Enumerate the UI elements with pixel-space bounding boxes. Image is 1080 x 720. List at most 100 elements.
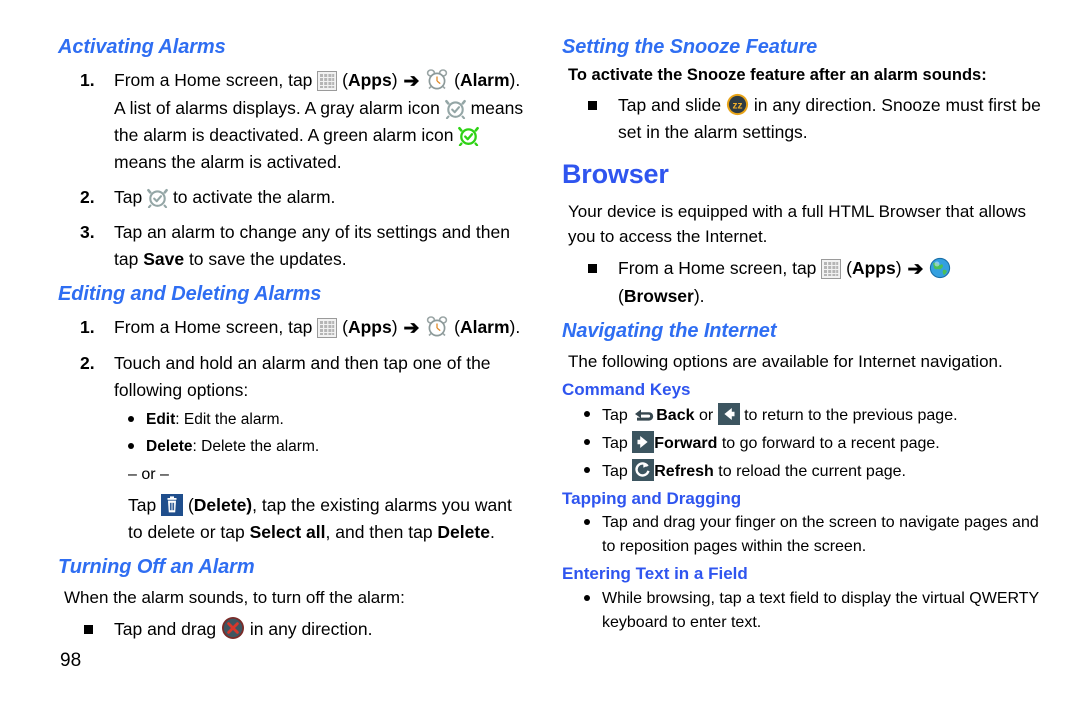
apps-label: Apps xyxy=(851,258,896,279)
heading-command-keys: Command Keys xyxy=(562,380,691,400)
list-item: Edit: Edit the alarm. xyxy=(120,408,530,431)
bullet-square-icon xyxy=(588,100,597,110)
option-label: Delete xyxy=(146,438,193,455)
alarm-label: Alarm xyxy=(459,317,510,337)
list-item: 2. Tap to activate the alarm. xyxy=(58,184,530,211)
text-part: ( xyxy=(841,258,852,279)
snooze-lead-text: To activate the Snooze feature after an … xyxy=(568,66,987,84)
alarm-gray-check-icon xyxy=(444,99,466,119)
alarm-clock-icon xyxy=(425,69,449,91)
step-text-part: ( xyxy=(337,70,348,90)
delete-instruction: Tap (Delete), tap the existing alarms yo… xyxy=(128,492,530,546)
list-item: Tap and slide zz in any direction. Snooz… xyxy=(562,92,1042,146)
text-part: Tap and drag xyxy=(114,619,222,639)
text-part: From a Home screen, tap xyxy=(618,258,822,279)
turning-off-intro: When the alarm sounds, to turn off the a… xyxy=(64,588,405,607)
alarm-clock-icon xyxy=(425,316,449,338)
text-part: . xyxy=(489,522,495,542)
text-part: Tap xyxy=(602,462,633,480)
delete-label-2: Delete xyxy=(437,522,490,542)
step-number: 2. xyxy=(80,353,95,373)
heading-browser: Browser xyxy=(562,158,669,189)
bullet-dot-icon xyxy=(584,519,590,526)
back-curved-arrow-icon xyxy=(632,407,656,425)
list-item: 2. Touch and hold an alarm and then tap … xyxy=(58,350,530,404)
snooze-zz-icon: zz xyxy=(726,93,749,116)
arrow-right-icon: ➔ xyxy=(403,318,420,339)
bullet-square-icon xyxy=(84,625,93,634)
alarm-gray-check-icon xyxy=(147,188,168,208)
list-item: Tap and drag in any direction. xyxy=(58,616,530,643)
heading-turning-off-alarm: Turning Off an Alarm xyxy=(58,556,255,578)
bullet-dot-icon xyxy=(584,438,590,445)
svg-text:zz: zz xyxy=(733,100,743,111)
heading-editing-deleting-alarms: Editing and Deleting Alarms xyxy=(58,283,322,305)
text-part: to reload the current page. xyxy=(713,462,906,480)
step-text-part: ). xyxy=(509,70,521,90)
paren-close: ) xyxy=(391,317,403,337)
step-text-part: ( xyxy=(449,70,460,90)
or-separator: – or – xyxy=(128,466,169,483)
list-item: Tap Forward to go forward to a recent pa… xyxy=(576,430,1042,456)
text-part: in any direction. xyxy=(245,619,373,639)
apps-label: Apps xyxy=(347,70,392,90)
browser-intro: Your device is equipped with a full HTML… xyxy=(568,202,1026,247)
bullet-dot-icon xyxy=(584,466,590,473)
paren-open2: ( xyxy=(449,317,460,337)
list-item: From a Home screen, tap (Apps) ➔ (Browse… xyxy=(562,255,1042,310)
heading-tapping-dragging: Tapping and Dragging xyxy=(562,488,742,508)
heading-activating-alarms: Activating Alarms xyxy=(58,36,226,58)
step-text: Touch and hold an alarm and then tap one… xyxy=(114,353,491,400)
entering-text-bullet: While browsing, tap a text field to disp… xyxy=(602,589,1039,631)
heading-navigating-internet: Navigating the Internet xyxy=(562,320,777,343)
heading-setting-snooze-feature: Setting the Snooze Feature xyxy=(562,36,818,58)
back-arrow-button-icon xyxy=(717,402,740,425)
tapping-bullet-text: Tap and drag your finger on the screen t… xyxy=(602,514,1039,556)
bullet-square-icon xyxy=(588,264,597,274)
option-desc: : Delete the alarm. xyxy=(192,438,320,455)
alarm-label: Alarm xyxy=(459,70,510,90)
apps-grid-icon xyxy=(317,71,338,91)
text-part: to return to the previous page. xyxy=(739,406,958,424)
step-text-part: Tap xyxy=(114,187,148,207)
trash-delete-icon xyxy=(161,494,184,516)
text-part: Tap and slide xyxy=(618,94,726,115)
list-item: 1. From a Home screen, tap (Apps) ➔ (Ala… xyxy=(58,67,530,176)
step-text-part: From a Home screen, tap xyxy=(114,317,318,337)
save-label: Save xyxy=(143,249,185,269)
arrow-right-icon: ➔ xyxy=(403,71,420,92)
option-label: Edit xyxy=(146,411,176,428)
arrow-right-icon: ➔ xyxy=(907,259,924,281)
apps-grid-icon xyxy=(317,318,338,338)
refresh-button-icon xyxy=(632,458,655,481)
bullet-dot-icon xyxy=(584,410,590,417)
text-part: or xyxy=(694,406,718,424)
dismiss-x-icon xyxy=(221,616,245,640)
option-desc: : Edit the alarm. xyxy=(175,411,284,428)
step-text-part: means the alarm is activated. xyxy=(114,152,342,172)
browser-label: Browser xyxy=(623,286,694,307)
apps-label: Apps xyxy=(347,317,392,337)
step-text-part: to activate the alarm. xyxy=(168,187,336,207)
list-item: 3. Tap an alarm to change any of its set… xyxy=(58,219,530,273)
apps-grid-icon xyxy=(821,259,842,280)
heading-entering-text-field: Entering Text in a Field xyxy=(562,564,748,584)
back-label: Back xyxy=(656,406,695,424)
bullet-dot-icon xyxy=(128,416,134,422)
bullet-dot-icon xyxy=(584,594,590,601)
step-text-part: A list of alarms displays. A gray alarm … xyxy=(114,98,445,118)
list-item: Delete: Delete the alarm. xyxy=(120,435,530,458)
delete-label: Delete) xyxy=(193,495,253,515)
alarm-green-check-icon xyxy=(458,126,480,146)
list-item: While browsing, tap a text field to disp… xyxy=(576,587,1042,635)
paren-close2: ). xyxy=(509,317,521,337)
text-part: Tap xyxy=(128,495,162,515)
paren-open: ( xyxy=(337,317,348,337)
step-number: 1. xyxy=(80,70,95,90)
text-part: ) xyxy=(895,258,907,279)
text-part: ( xyxy=(183,495,194,515)
text-part: Tap xyxy=(602,434,633,452)
page-number: 98 xyxy=(60,650,82,671)
text-part: Tap xyxy=(602,406,633,424)
manual-page: Activating Alarms 1. From a Home screen,… xyxy=(0,0,1080,720)
